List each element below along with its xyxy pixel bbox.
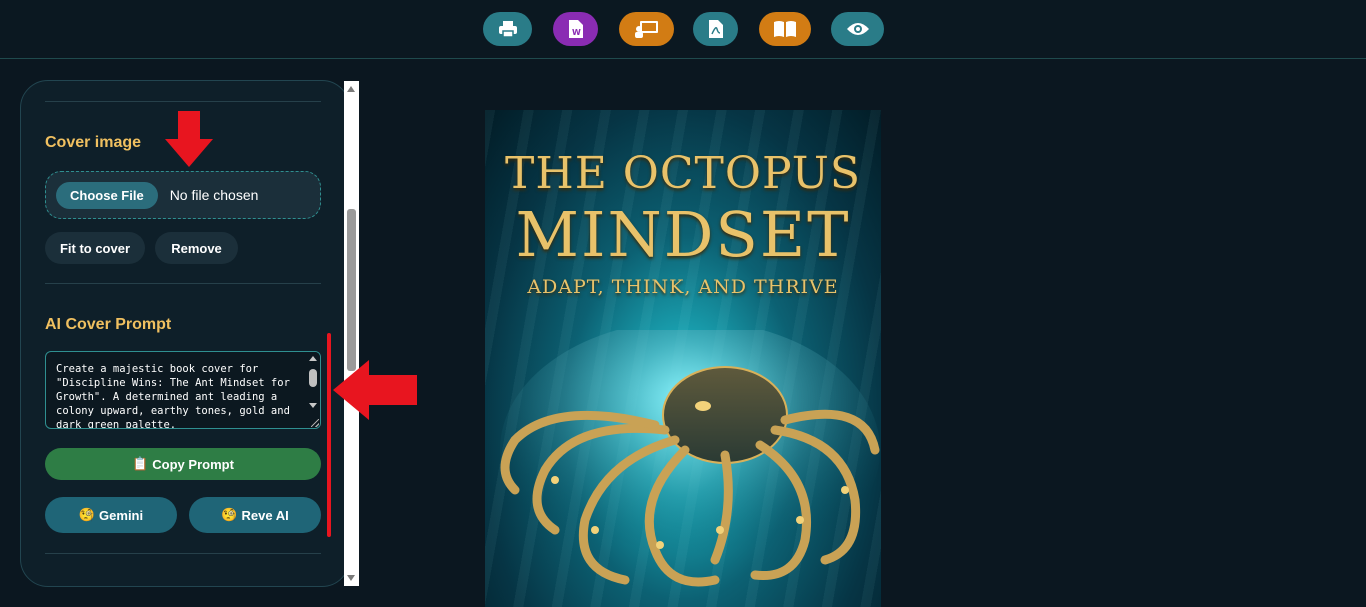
copy-prompt-label: Copy Prompt	[152, 456, 234, 472]
clipboard-icon: 📋	[132, 456, 149, 471]
ai-cover-prompt-title: AI Cover Prompt	[45, 316, 172, 333]
scroll-up-arrow-icon[interactable]	[309, 356, 317, 361]
reve-ai-label: Reve AI	[241, 507, 289, 523]
divider	[45, 283, 321, 284]
red-left-arrow-icon	[333, 360, 417, 420]
export-presentation-button[interactable]	[619, 12, 674, 46]
prompt-text: Create a majestic book cover for "Discip…	[56, 363, 297, 429]
printer-icon	[498, 21, 517, 38]
export-word-button[interactable]: W	[553, 12, 598, 46]
print-button[interactable]	[483, 12, 532, 46]
cover-file-input[interactable]: Choose File No file chosen	[45, 171, 321, 219]
gemini-label: Gemini	[99, 507, 144, 523]
cover-title-line1: THE OCTOPUS	[504, 148, 862, 199]
preview-button[interactable]	[831, 12, 884, 46]
top-toolbar: W	[0, 0, 1366, 59]
divider	[45, 101, 321, 102]
scroll-down-arrow-icon[interactable]	[347, 575, 355, 581]
cover-subtitle: ADAPT, THINK, AND THRIVE	[527, 276, 839, 298]
scroll-up-arrow-icon[interactable]	[347, 86, 355, 92]
svg-text:W: W	[572, 28, 581, 37]
panel-scrollbar[interactable]	[344, 81, 359, 586]
scroll-down-arrow-icon[interactable]	[309, 403, 317, 408]
copy-prompt-button[interactable]: 📋 Copy Prompt	[45, 448, 321, 480]
choose-file-button[interactable]: Choose File	[56, 181, 158, 209]
eye-preview-icon	[846, 23, 869, 35]
pdf-document-icon	[708, 20, 723, 38]
red-annotation-line	[327, 333, 331, 537]
fit-to-cover-button[interactable]: Fit to cover	[45, 232, 145, 264]
octopus-illustration	[500, 330, 880, 587]
presentation-icon	[634, 21, 658, 38]
export-pdf-button[interactable]	[693, 12, 738, 46]
word-document-icon: W	[568, 20, 583, 38]
scroll-thumb[interactable]	[347, 209, 356, 371]
file-status-text: No file chosen	[169, 187, 259, 203]
open-book-icon	[774, 21, 796, 37]
cover-image-title: Cover image	[45, 134, 142, 151]
gemini-button[interactable]: 🧐 Gemini	[45, 497, 177, 533]
scroll-thumb[interactable]	[309, 369, 317, 387]
resize-handle-icon[interactable]	[311, 419, 319, 427]
divider	[45, 553, 321, 554]
textarea-scrollbar[interactable]	[306, 352, 320, 428]
prompt-textarea[interactable]: Create a majestic book cover for "Discip…	[45, 351, 321, 429]
remove-cover-button[interactable]: Remove	[155, 232, 238, 264]
book-cover-preview: THE OCTOPUS MINDSET ADAPT, THINK, AND TH…	[485, 110, 881, 607]
open-book-button[interactable]	[759, 12, 811, 46]
face-with-monocle-icon: 🧐	[221, 507, 238, 522]
cover-title-line2: MINDSET	[515, 198, 851, 271]
face-with-monocle-icon: 🧐	[78, 507, 96, 522]
red-down-arrow-icon	[165, 111, 213, 167]
reve-ai-button[interactable]: 🧐 Reve AI	[189, 497, 321, 533]
